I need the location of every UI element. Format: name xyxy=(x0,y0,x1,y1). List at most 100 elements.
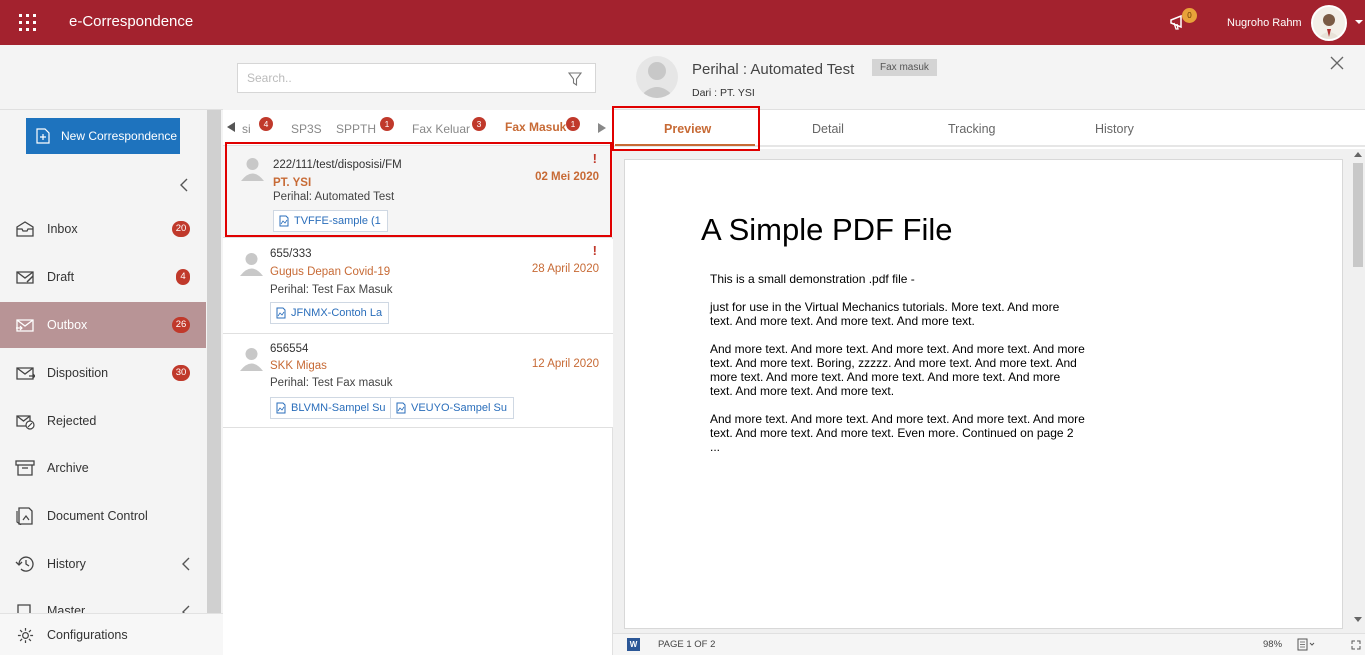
folder-tabs: si 4 SP3S SPPTH 1 Fax Keluar 3 Fax Masuk… xyxy=(223,110,613,146)
history-expand-chevron-icon[interactable] xyxy=(181,557,191,571)
user-avatar[interactable] xyxy=(1311,5,1347,41)
sender-name: PT. YSI xyxy=(273,177,312,189)
sidebar-item-draft[interactable]: Draft 4 xyxy=(0,254,206,300)
attachment-chip[interactable]: VEUYO-Sampel Su xyxy=(390,397,514,419)
tabs-scroll-left-icon[interactable] xyxy=(227,122,235,132)
tab-badge: 1 xyxy=(566,117,580,131)
app-grid-icon[interactable] xyxy=(19,14,36,31)
detail-from: Dari : PT. YSI xyxy=(692,87,755,99)
tab-history[interactable]: History xyxy=(1095,122,1134,136)
reference-number: 656554 xyxy=(270,343,309,355)
message-subject: Perihal: Automated Test xyxy=(273,191,395,203)
sidebar-item-label: Draft xyxy=(47,270,75,284)
tab-badge: 4 xyxy=(259,117,273,131)
gear-icon xyxy=(17,627,34,643)
viewer-status-bar: W PAGE 1 OF 2 98% xyxy=(613,633,1365,655)
outbox-icon xyxy=(16,319,34,332)
sidebar-item-label: Inbox xyxy=(47,222,78,236)
search-input[interactable] xyxy=(238,64,558,92)
active-tab-underline xyxy=(495,142,589,144)
master-icon xyxy=(17,604,31,613)
list-item[interactable]: 656554 SKK Migas 12 April 2020 Perihal: … xyxy=(223,334,613,428)
filter-icon[interactable] xyxy=(568,72,582,86)
reference-number: 222/111/test/disposisi/FM xyxy=(273,159,402,171)
viewer-scrollbar[interactable] xyxy=(1351,149,1365,629)
configurations-label: Configurations xyxy=(47,628,128,642)
attachment-name: TVFFE-sample (1 xyxy=(294,215,381,227)
sidebar-item-label: Archive xyxy=(47,461,89,475)
rejected-icon xyxy=(16,415,35,430)
attachment-name: JFNMX-Contoh La xyxy=(291,307,383,319)
user-photo-icon xyxy=(1313,7,1345,39)
sidebar-item-rejected[interactable]: Rejected xyxy=(0,398,206,444)
list-item[interactable]: 222/111/test/disposisi/FM ! PT. YSI 02 M… xyxy=(223,146,613,238)
image-file-icon xyxy=(396,402,406,414)
new-document-icon xyxy=(36,128,50,144)
detail-header: Perihal : Automated Test Fax masuk Dari … xyxy=(613,45,1365,110)
inbox-icon xyxy=(16,221,34,237)
sidebar-scrollbar[interactable] xyxy=(207,110,221,655)
tab-badge: 3 xyxy=(472,117,486,131)
message-subject: Perihal: Test Fax masuk xyxy=(270,377,393,389)
sidebar-item-document-control[interactable]: Document Control xyxy=(0,493,206,539)
sidebar-item-label: Document Control xyxy=(47,509,148,523)
tab-preview[interactable]: Preview xyxy=(664,122,711,136)
attachment-chip[interactable]: BLVMN-Sampel Su xyxy=(270,397,393,419)
notification-badge: 0 xyxy=(1182,8,1197,23)
outbox-count-badge: 26 xyxy=(172,317,190,333)
search-box xyxy=(237,63,596,93)
master-expand-chevron-icon[interactable] xyxy=(181,605,191,613)
sidebar-item-disposition[interactable]: Disposition 30 xyxy=(0,350,206,396)
tabs-scroll-right-icon[interactable] xyxy=(598,123,606,133)
tab-fax-masuk[interactable]: Fax Masuk xyxy=(505,120,566,134)
scroll-up-icon[interactable] xyxy=(1354,152,1362,157)
history-icon xyxy=(15,556,34,572)
scroll-thumb[interactable] xyxy=(1353,163,1363,267)
sidebar-item-history[interactable]: History xyxy=(0,541,206,587)
top-bar: e-Correspondence 0 Nugroho Rahm xyxy=(0,0,1365,45)
reference-number: 655/333 xyxy=(270,248,312,260)
disposition-icon xyxy=(16,367,35,380)
tab-sppth[interactable]: SPPTH xyxy=(336,122,376,136)
sidebar-item-inbox[interactable]: Inbox 20 xyxy=(0,206,206,252)
list-item[interactable]: 655/333 ! Gugus Depan Covid-19 28 April … xyxy=(223,239,613,334)
tab-detail[interactable]: Detail xyxy=(812,122,844,136)
message-date: 12 April 2020 xyxy=(531,358,599,370)
attachment-name: BLVMN-Sampel Su xyxy=(291,402,386,414)
sender-name: SKK Migas xyxy=(270,360,327,372)
user-name[interactable]: Nugroho Rahm xyxy=(1227,17,1302,29)
pdf-page: A Simple PDF File This is a small demons… xyxy=(624,159,1343,629)
message-date: 02 Mei 2020 xyxy=(535,171,599,183)
disposition-count-badge: 30 xyxy=(172,365,190,381)
sidebar-item-outbox[interactable]: Outbox 26 xyxy=(0,302,206,348)
close-icon[interactable] xyxy=(1330,56,1344,70)
image-file-icon xyxy=(279,215,289,227)
view-mode-icon[interactable] xyxy=(1297,638,1315,651)
message-subject: Perihal: Test Fax Masuk xyxy=(270,284,393,296)
tab-fax-keluar[interactable]: Fax Keluar xyxy=(412,122,470,136)
new-correspondence-button[interactable]: New Correspondence xyxy=(26,118,180,154)
tab-sp3s[interactable]: SP3S xyxy=(291,122,322,136)
sidebar-item-master[interactable]: Master xyxy=(0,589,206,613)
sidebar-item-label: Outbox xyxy=(47,318,88,332)
sender-avatar-icon xyxy=(240,348,263,371)
sidebar-item-configurations[interactable]: Configurations xyxy=(0,614,223,655)
tab-disposisi-partial[interactable]: si xyxy=(242,122,251,136)
expand-icon[interactable] xyxy=(1351,640,1361,650)
detail-tabs: Preview Detail Tracking History xyxy=(613,110,1365,147)
attachment-chip[interactable]: TVFFE-sample (1 xyxy=(273,210,388,232)
document-control-icon xyxy=(16,507,33,525)
collapse-sidebar-chevron-icon[interactable] xyxy=(178,178,190,192)
attachment-chip[interactable]: JFNMX-Contoh La xyxy=(270,302,390,324)
draft-count-badge: 4 xyxy=(176,269,190,285)
inbox-count-badge: 20 xyxy=(172,221,190,237)
scroll-down-icon[interactable] xyxy=(1354,617,1362,622)
tab-tracking[interactable]: Tracking xyxy=(948,122,995,136)
detail-panel: Perihal : Automated Test Fax masuk Dari … xyxy=(613,45,1365,655)
pdf-title: A Simple PDF File xyxy=(701,212,953,247)
sidebar-item-archive[interactable]: Archive xyxy=(0,445,206,491)
zoom-level[interactable]: 98% xyxy=(1263,639,1282,650)
app-title: e-Correspondence xyxy=(69,13,194,30)
user-menu-caret-icon[interactable] xyxy=(1355,20,1363,24)
sender-avatar xyxy=(636,56,678,98)
